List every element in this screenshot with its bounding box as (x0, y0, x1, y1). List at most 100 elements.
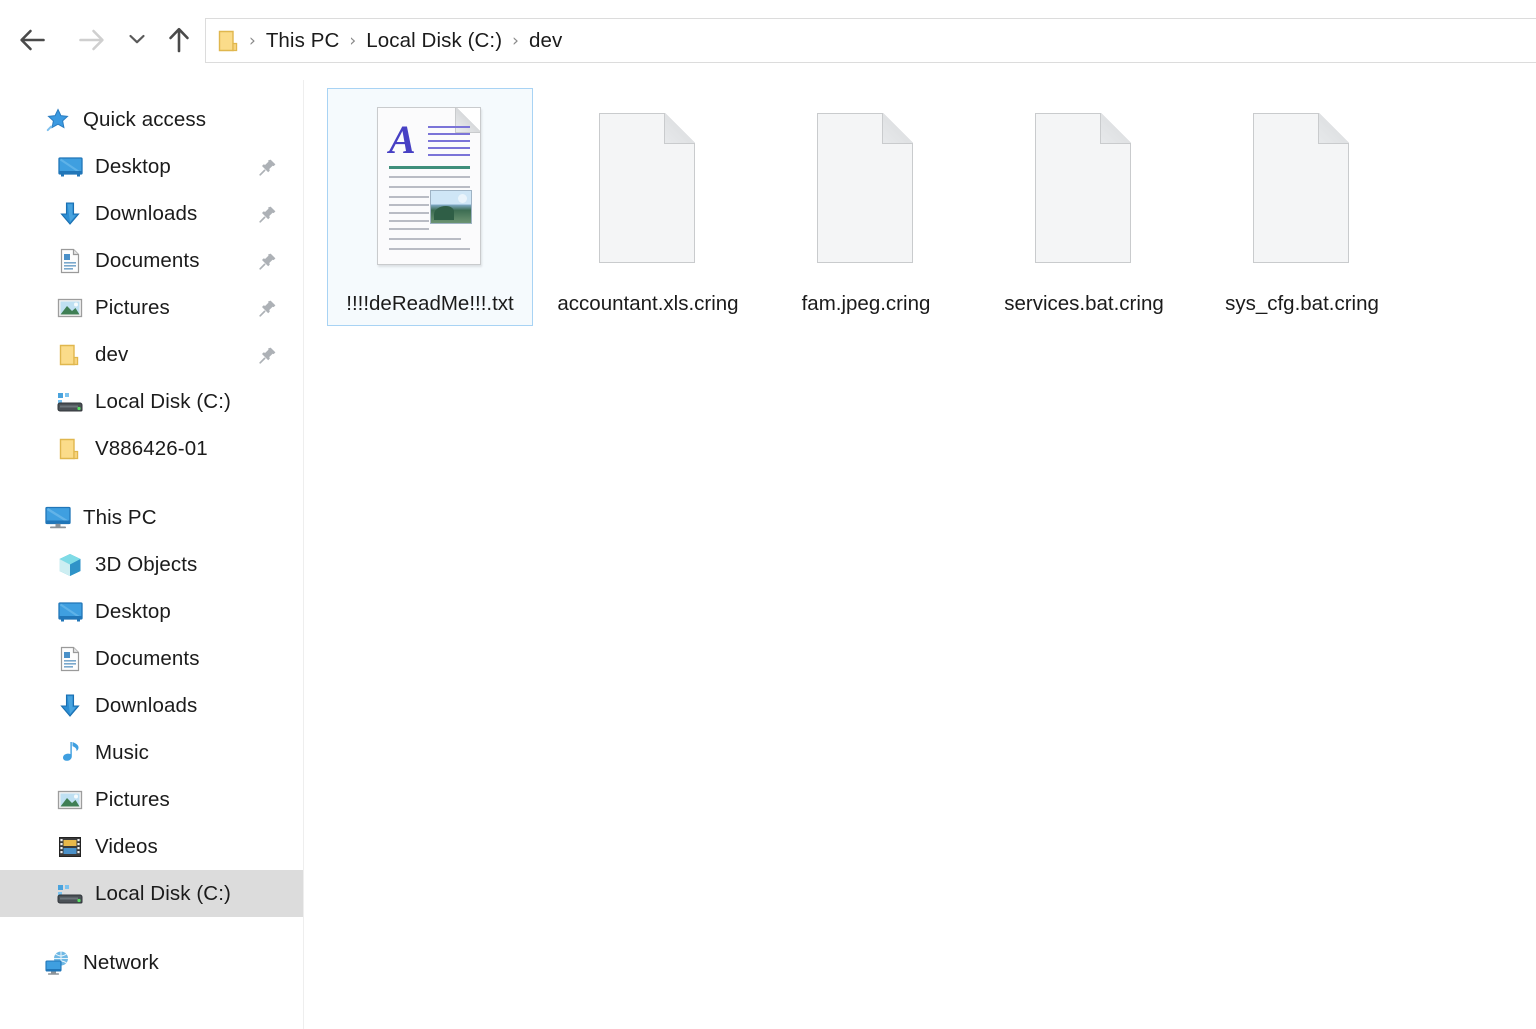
navigation-toolbar: › This PC › Local Disk (C:) › dev (0, 0, 1536, 80)
folder-icon (59, 438, 79, 459)
3d-cube-icon (56, 551, 84, 579)
sidebar-item-label: Pictures (95, 295, 170, 319)
sidebar-item-label: Documents (95, 248, 200, 272)
download-arrow-icon (56, 200, 84, 228)
breadcrumb-separator: › (349, 30, 357, 51)
folder-icon (59, 344, 79, 365)
chevron-down-icon (129, 34, 145, 44)
pin-icon[interactable] (259, 346, 277, 364)
sidebar-item-dev[interactable]: dev (0, 331, 303, 378)
file-list-view[interactable]: A !!!!deReadMe!!!.txt accountant.xls.crin… (305, 80, 1536, 1029)
recent-locations-button[interactable] (122, 22, 152, 56)
document-icon (56, 247, 84, 275)
file-name-label: accountant.xls.cring (557, 292, 739, 315)
pin-icon (259, 253, 276, 270)
picture-icon (56, 786, 84, 814)
sidebar-group-network[interactable]: Network (0, 939, 303, 986)
file-tile[interactable]: fam.jpeg.cring (763, 88, 969, 326)
picture-icon (57, 298, 83, 317)
3d-cube-icon (59, 553, 81, 576)
blank-document-icon (599, 113, 695, 263)
forward-button[interactable] (70, 19, 112, 61)
download-arrow-icon (60, 693, 80, 717)
blank-document-icon (1035, 113, 1131, 263)
hard-drive-icon (57, 884, 83, 903)
breadcrumb-separator: › (249, 30, 256, 51)
file-tile[interactable]: services.bat.cring (981, 88, 1187, 326)
sidebar-item-videos[interactable]: Videos (0, 823, 303, 870)
monitor-icon (56, 598, 84, 626)
sidebar-item-label: Desktop (95, 599, 171, 623)
file-icon-wrapper (799, 97, 933, 275)
file-icon-wrapper (581, 97, 715, 275)
pin-icon[interactable] (259, 299, 277, 317)
pin-icon[interactable] (259, 252, 277, 270)
sidebar-item-desktop[interactable]: Desktop (0, 588, 303, 635)
document-icon (56, 645, 84, 673)
blank-document-icon (1253, 113, 1349, 263)
sidebar-item-music[interactable]: Music (0, 729, 303, 776)
hard-drive-icon (57, 392, 83, 411)
star-pin-icon (44, 106, 72, 134)
sidebar-item-local-disk-c-[interactable]: Local Disk (C:) (0, 870, 303, 917)
download-arrow-icon (60, 201, 80, 225)
sidebar-group-this-pc[interactable]: This PC (0, 494, 303, 541)
file-tile[interactable]: sys_cfg.bat.cring (1199, 88, 1405, 326)
sidebar-item-label: Local Disk (C:) (95, 389, 231, 413)
sidebar-item-pictures[interactable]: Pictures (0, 284, 303, 331)
pin-icon (259, 206, 276, 223)
file-grid: A !!!!deReadMe!!!.txt accountant.xls.crin… (327, 88, 1417, 326)
document-icon (60, 646, 80, 671)
sidebar-item-documents[interactable]: Documents (0, 635, 303, 682)
arrow-up-icon (169, 27, 189, 53)
file-name-label: sys_cfg.bat.cring (1225, 292, 1379, 315)
sidebar-item-label: 3D Objects (95, 552, 198, 576)
sidebar-item-pictures[interactable]: Pictures (0, 776, 303, 823)
sidebar-item-downloads[interactable]: Downloads (0, 190, 303, 237)
file-icon-wrapper: A (363, 97, 497, 275)
music-note-icon (56, 739, 84, 767)
pin-icon (259, 347, 276, 364)
pin-icon[interactable] (259, 205, 277, 223)
video-filmstrip-icon (59, 836, 81, 857)
file-name-label: !!!!deReadMe!!!.txt (346, 292, 514, 315)
pin-icon (259, 159, 276, 176)
back-button[interactable] (12, 19, 54, 61)
pin-icon (259, 300, 276, 317)
sidebar-item-label: Local Disk (C:) (95, 881, 231, 905)
breadcrumb-item[interactable]: Local Disk (C:) (359, 29, 509, 53)
breadcrumb: › This PC › Local Disk (C:) › dev (246, 29, 569, 53)
hard-drive-icon (56, 388, 84, 416)
navigation-pane[interactable]: Quick access Desktop Downloads Documents… (0, 80, 304, 1029)
download-arrow-icon (56, 692, 84, 720)
sidebar-item-local-disk-c-[interactable]: Local Disk (C:) (0, 378, 303, 425)
sidebar-group-quick-access[interactable]: Quick access (0, 96, 303, 143)
breadcrumb-item[interactable]: dev (522, 29, 569, 53)
sidebar-tree: Quick access Desktop Downloads Documents… (0, 96, 303, 986)
picture-icon (56, 294, 84, 322)
network-icon (45, 951, 68, 975)
sidebar-item-v886426-01[interactable]: V886426-01 (0, 425, 303, 472)
file-explorer-window: › This PC › Local Disk (C:) › dev Quick acces… (0, 0, 1536, 1029)
folder-icon (56, 435, 84, 463)
file-tile[interactable]: accountant.xls.cring (545, 88, 751, 326)
picture-icon (57, 790, 83, 809)
up-button[interactable] (158, 19, 200, 61)
hard-drive-icon (56, 880, 84, 908)
blank-document-icon (817, 113, 913, 263)
pin-icon[interactable] (259, 158, 277, 176)
sidebar-item-downloads[interactable]: Downloads (0, 682, 303, 729)
file-icon-wrapper (1235, 97, 1369, 275)
sidebar-item-desktop[interactable]: Desktop (0, 143, 303, 190)
sidebar-item-label: Music (95, 740, 150, 764)
monitor-icon (57, 601, 83, 621)
breadcrumb-item[interactable]: This PC (259, 29, 347, 53)
file-name-label: fam.jpeg.cring (801, 292, 931, 315)
address-bar[interactable]: › This PC › Local Disk (C:) › dev (205, 18, 1536, 63)
sidebar-item-label: V886426-01 (95, 436, 208, 460)
file-tile[interactable]: A !!!!deReadMe!!!.txt (327, 88, 533, 326)
sidebar-item-3d-objects[interactable]: 3D Objects (0, 541, 303, 588)
star-pin-icon (46, 107, 69, 131)
sidebar-item-documents[interactable]: Documents (0, 237, 303, 284)
monitor-icon (56, 153, 84, 181)
